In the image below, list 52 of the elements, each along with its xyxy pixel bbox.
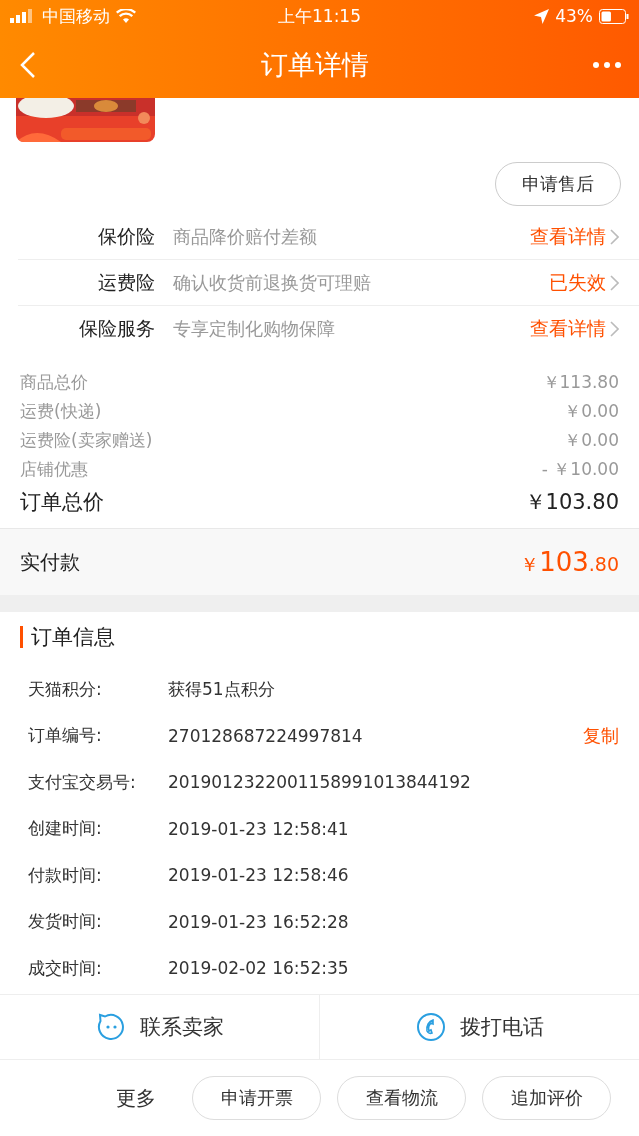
price-value: - ￥10.00 xyxy=(541,458,619,481)
total-label: 订单总价 xyxy=(20,489,104,516)
action-button[interactable]: 追加评价 xyxy=(482,1076,611,1120)
section-title: 订单信息 xyxy=(20,626,619,648)
price-value: ￥0.00 xyxy=(564,400,619,423)
info-label: 创建时间: xyxy=(28,817,103,841)
paid-amount: ￥103.80 xyxy=(520,546,619,578)
info-value: 2019-01-23 12:58:41 xyxy=(168,818,350,839)
action-button[interactable]: 查看物流 xyxy=(337,1076,466,1120)
info-label: 天猫积分: xyxy=(28,677,103,701)
info-value: 270128687224997814 xyxy=(168,725,364,746)
location-arrow-icon xyxy=(534,8,550,24)
service-name: 保险服务 xyxy=(78,316,155,341)
info-label: 成交时间: xyxy=(28,956,103,980)
total-value: ￥103.80 xyxy=(524,489,619,516)
price-label: 商品总价 xyxy=(20,371,88,394)
paid-label: 实付款 xyxy=(20,548,80,576)
battery-icon xyxy=(599,8,629,24)
info-value: 2019-01-23 12:58:46 xyxy=(168,865,350,886)
phone-icon xyxy=(415,1012,446,1042)
service-name: 保价险 xyxy=(97,223,155,249)
chat-face-icon xyxy=(95,1012,126,1042)
carrier-name: 中国移动 xyxy=(42,4,110,28)
info-label: 支付宝交易号: xyxy=(28,770,137,794)
battery-percent: 43% xyxy=(555,6,593,26)
more-icon[interactable] xyxy=(593,62,621,68)
service-name: 运费险 xyxy=(97,269,155,295)
chevron-icon xyxy=(610,321,619,337)
price-value: ￥0.00 xyxy=(564,429,619,452)
action-button[interactable]: 申请开票 xyxy=(192,1076,321,1120)
info-label: 发货时间: xyxy=(28,910,103,934)
info-label: 付款时间: xyxy=(28,863,103,887)
wifi-icon xyxy=(116,8,136,24)
info-value: 2019012322001158991013844192 xyxy=(168,772,472,793)
service-description: 确认收货前退换货可理赔 xyxy=(173,270,372,295)
info-value: 2019-02-02 16:52:35 xyxy=(168,958,350,979)
page-title: 订单详情 xyxy=(260,48,369,82)
service-description: 商品降价赔付差额 xyxy=(173,224,318,249)
info-label: 订单编号: xyxy=(28,724,103,748)
more-label: 更多 xyxy=(116,1084,156,1112)
info-value: 获得51点积分 xyxy=(168,677,276,701)
chevron-icon xyxy=(610,274,619,291)
price-label: 运费险(卖家赠送) xyxy=(20,429,153,452)
chevron-icon xyxy=(610,228,619,245)
status-time: 上午11:15 xyxy=(278,4,361,28)
price-label: 店铺优惠 xyxy=(20,458,88,481)
price-value: ￥113.80 xyxy=(542,371,619,394)
info-value: 2019-01-23 16:52:28 xyxy=(168,911,350,932)
service-description: 专享定制化购物保障 xyxy=(173,317,336,341)
price-label: 运费(快递) xyxy=(20,400,102,423)
back-icon[interactable] xyxy=(20,51,36,79)
after-sale-button[interactable]: 申请售后 xyxy=(495,162,621,206)
